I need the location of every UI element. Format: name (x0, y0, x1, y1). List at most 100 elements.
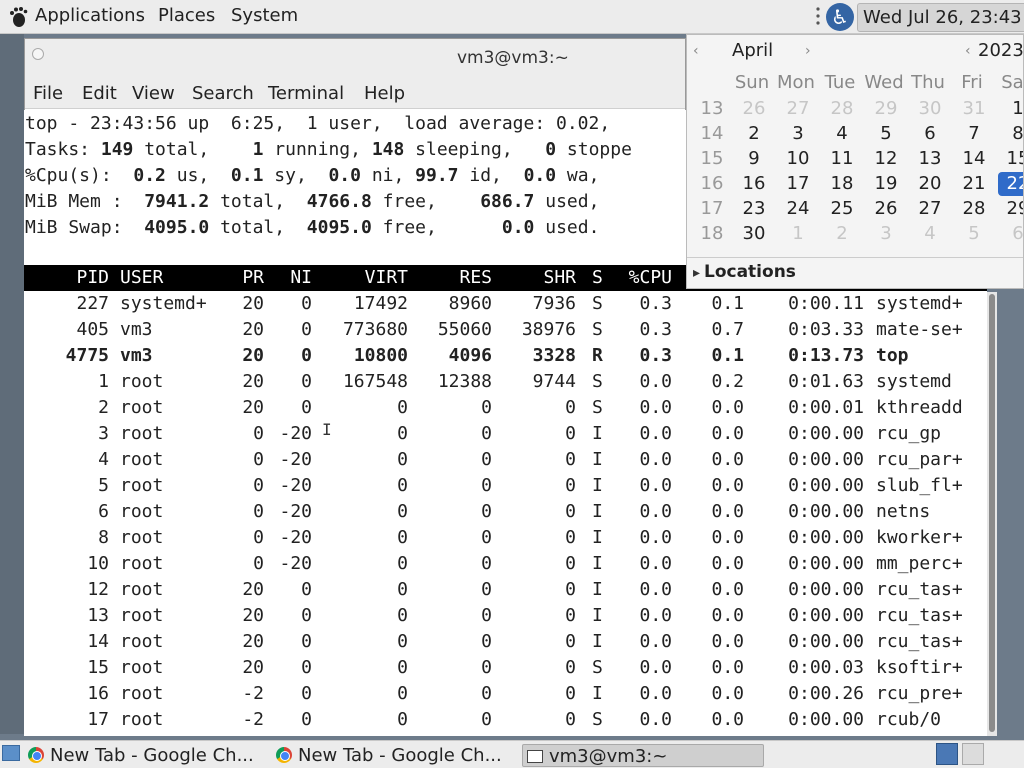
prev-month-icon[interactable]: ‹ (693, 43, 699, 59)
week-number: 14 (700, 123, 724, 144)
calendar-day[interactable]: 9 (734, 147, 774, 171)
table-row: 3 root 0 -20 0 0 0 I 0.0 0.0 0:00.00 rcu_gp (24, 421, 987, 447)
calendar-day[interactable]: 26 (734, 97, 774, 121)
terminal-scrollbar[interactable] (987, 292, 997, 736)
task-terminal[interactable]: vm3@vm3:~ (522, 744, 764, 767)
calendar-day[interactable]: 7 (954, 122, 994, 146)
calendar-day[interactable]: 26 (866, 197, 906, 221)
prev-year-icon[interactable]: ‹ (965, 43, 971, 59)
cell-pr: 20 (242, 397, 264, 418)
cell-shr: 0 (565, 527, 576, 548)
locations-expander[interactable]: Locations (704, 262, 796, 282)
terminal-titlebar[interactable]: vm3@vm3:~ (25, 39, 685, 81)
calendar-day[interactable]: 6 (998, 222, 1023, 246)
calendar-day[interactable]: 5 (954, 222, 994, 246)
cell-s: I (592, 501, 603, 522)
cell-command: netns (876, 501, 931, 522)
weekday-header: Mon (777, 72, 815, 93)
calendar-day[interactable]: 13 (910, 147, 950, 171)
column-header-virt: VIRT (364, 267, 408, 288)
menu-terminal[interactable]: Terminal (268, 83, 344, 104)
calendar-day[interactable]: 23 (734, 197, 774, 221)
calendar-day[interactable]: 18 (822, 172, 862, 196)
calendar-day[interactable]: 15 (998, 147, 1023, 171)
calendar-day[interactable]: 1 (998, 97, 1023, 121)
menu-edit[interactable]: Edit (82, 83, 117, 104)
calendar-day[interactable]: 10 (778, 147, 818, 171)
calendar-day[interactable]: 14 (954, 147, 994, 171)
calendar-day[interactable]: 28 (954, 197, 994, 221)
table-row: 2 root 20 0 0 0 0 S 0.0 0.0 0:00.01 kthreadd (24, 395, 987, 421)
calendar-day[interactable]: 2 (734, 122, 774, 146)
calendar-day[interactable]: 5 (866, 122, 906, 146)
table-row: 15 root 20 0 0 0 0 S 0.0 0.0 0:00.03 ksoftir+ (24, 655, 987, 681)
cell-shr: 0 (565, 657, 576, 678)
calendar-day[interactable]: 25 (822, 197, 862, 221)
calendar-day[interactable]: 11 (822, 147, 862, 171)
window-close-icon[interactable] (32, 48, 44, 60)
calendar-day[interactable]: 30 (910, 97, 950, 121)
calendar-day[interactable]: 30 (734, 222, 774, 246)
calendar-day[interactable]: 24 (778, 197, 818, 221)
show-desktop-icon[interactable] (2, 745, 20, 761)
gnome-foot-icon[interactable] (7, 6, 29, 28)
calendar-day[interactable]: 16 (734, 172, 774, 196)
expand-arrow-icon[interactable]: ▸ (693, 265, 700, 281)
calendar-day[interactable]: 12 (866, 147, 906, 171)
calendar-day[interactable]: 4 (822, 122, 862, 146)
cell-cpu: 0.3 (639, 319, 672, 340)
cell-ni: 0 (301, 579, 312, 600)
calendar-day[interactable]: 1 (778, 222, 818, 246)
cell-user: root (120, 527, 164, 548)
menu-view[interactable]: View (132, 83, 175, 104)
cell-user: root (120, 475, 164, 496)
menu-applications[interactable]: Applications (35, 5, 145, 26)
menu-file[interactable]: File (33, 83, 63, 104)
calendar-day[interactable]: 27 (778, 97, 818, 121)
table-row: 17 root -2 0 0 0 0 S 0.0 0.0 0:00.00 rcub/0 (24, 707, 987, 733)
menu-system[interactable]: System (231, 5, 298, 26)
cell-time: 0:00.03 (788, 657, 864, 678)
calendar-day[interactable]: 22 (998, 172, 1023, 196)
calendar-day[interactable]: 19 (866, 172, 906, 196)
calendar-day[interactable]: 3 (778, 122, 818, 146)
cell-time: 0:00.11 (788, 293, 864, 314)
next-month-icon[interactable]: › (805, 43, 811, 59)
calendar-day[interactable]: 17 (778, 172, 818, 196)
calendar-day[interactable]: 29 (998, 197, 1023, 221)
calendar-day[interactable]: 2 (822, 222, 862, 246)
calendar-day[interactable]: 29 (866, 97, 906, 121)
calendar-day[interactable]: 28 (822, 97, 862, 121)
menu-places[interactable]: Places (158, 5, 215, 26)
cell-virt: 773680 (342, 319, 408, 340)
cell-res: 0 (481, 501, 492, 522)
cell-res: 55060 (437, 319, 492, 340)
cell-ni: 0 (301, 319, 312, 340)
scrollbar-thumb[interactable] (989, 294, 995, 732)
cell-ni: 0 (301, 605, 312, 626)
cell-mem: 0.0 (711, 475, 744, 496)
accessibility-icon[interactable]: ♿ (826, 3, 854, 31)
task-chrome-1[interactable]: New Tab - Google Ch... (28, 744, 272, 767)
menu-help[interactable]: Help (364, 83, 405, 104)
task-chrome-2[interactable]: New Tab - Google Ch... (276, 744, 520, 767)
calendar-day[interactable]: 21 (954, 172, 994, 196)
cell-user: systemd+ (120, 293, 207, 314)
menu-search[interactable]: Search (192, 83, 254, 104)
cell-pr: 0 (253, 553, 264, 574)
calendar-day[interactable]: 27 (910, 197, 950, 221)
calendar-day[interactable]: 4 (910, 222, 950, 246)
calendar-day[interactable]: 8 (998, 122, 1023, 146)
cell-command: rcub/0 (876, 709, 942, 730)
weekday-header: Wed (864, 72, 904, 93)
calendar-day[interactable]: 6 (910, 122, 950, 146)
calendar-day[interactable]: 20 (910, 172, 950, 196)
calendar-day[interactable]: 3 (866, 222, 906, 246)
cell-pr: 20 (242, 345, 264, 366)
panel-clock[interactable]: Wed Jul 26, 23:43 (857, 3, 1024, 32)
workspace-1-icon[interactable] (936, 743, 958, 765)
cell-virt: 0 (397, 527, 408, 548)
workspace-2-icon[interactable] (962, 743, 984, 765)
cell-command: top (876, 345, 909, 366)
calendar-day[interactable]: 31 (954, 97, 994, 121)
